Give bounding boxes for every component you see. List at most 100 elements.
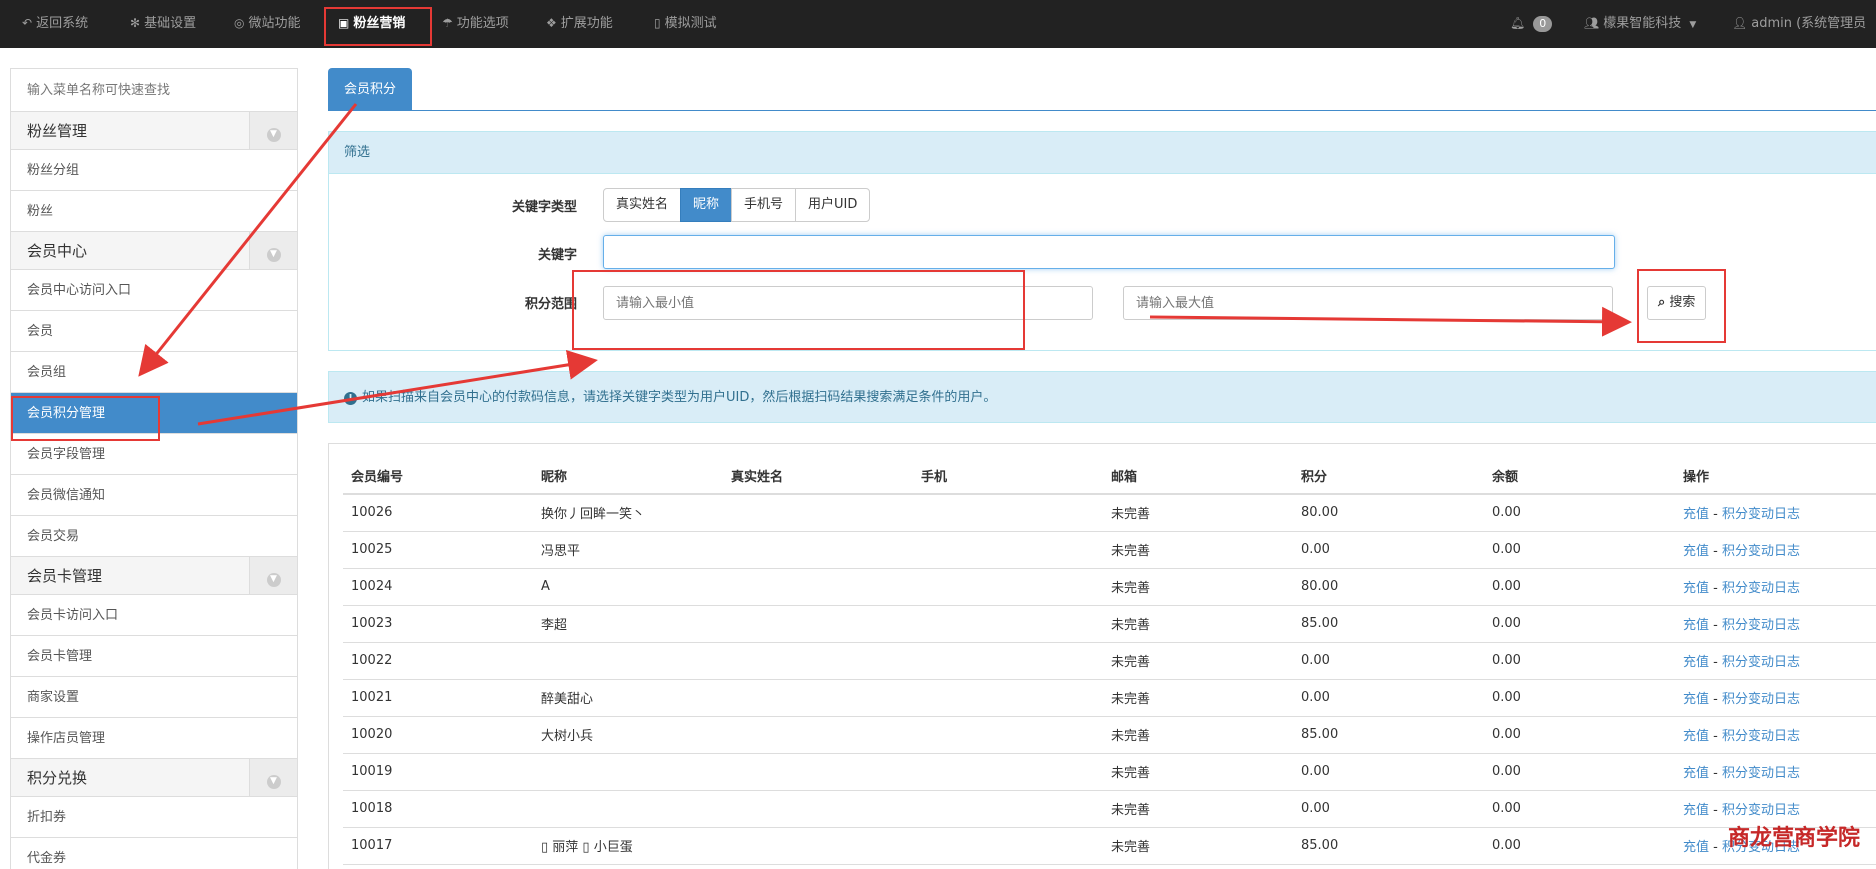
nav-simulation-test[interactable]: ▯ 模拟测试 xyxy=(654,0,717,48)
cell-points: 0.00 xyxy=(1293,679,1484,717)
table-row: 10018 未完善 0.00 0.00 充值 - 积分变动日志 xyxy=(343,790,1876,828)
points-log-link[interactable]: 积分变动日志 xyxy=(1722,507,1800,522)
nav-extensions[interactable]: ❖ 扩展功能 xyxy=(546,0,613,48)
company-dropdown[interactable]: 👥︎ 檬果智能科技 ▼ xyxy=(1584,0,1696,48)
notifications-button[interactable]: 🔔︎ 0 xyxy=(1510,0,1553,48)
cell-realname xyxy=(723,679,913,717)
sidebar-section-member-center[interactable]: 会员中心 ▼ xyxy=(11,232,297,270)
sidebar-item-member-groups[interactable]: 会员组 xyxy=(11,352,297,393)
sidebar-item-clerk-management[interactable]: 操作店员管理 xyxy=(11,718,297,759)
cell-member-id: 10025 xyxy=(343,531,533,569)
cell-phone xyxy=(913,605,1103,643)
action-separator: - xyxy=(1709,618,1722,633)
cell-member-id: 10021 xyxy=(343,679,533,717)
recharge-link[interactable]: 充值 xyxy=(1683,803,1709,818)
recharge-link[interactable]: 充值 xyxy=(1683,692,1709,707)
recharge-link[interactable]: 充值 xyxy=(1683,618,1709,633)
recharge-link[interactable]: 充值 xyxy=(1683,766,1709,781)
keyword-type-uid[interactable]: 用户UID xyxy=(795,188,871,222)
nav-function-options[interactable]: ☂ 功能选项 xyxy=(442,0,509,48)
sidebar-item-card-management[interactable]: 会员卡管理 xyxy=(11,636,297,677)
menu-search-input[interactable]: 输入菜单名称可快速查找 xyxy=(11,69,297,112)
sidebar-section-points-exchange[interactable]: 积分兑换 ▼ xyxy=(11,759,297,797)
sidebar-item-fans-group[interactable]: 粉丝分组 xyxy=(11,150,297,191)
tab-member-points[interactable]: 会员积分 xyxy=(328,68,413,111)
annotation-box-sidebar xyxy=(11,396,160,441)
sidebar-item-fans[interactable]: 粉丝 xyxy=(11,191,297,232)
annotation-box-nav xyxy=(324,7,432,46)
action-separator: - xyxy=(1709,581,1722,596)
points-max-input[interactable] xyxy=(1123,286,1613,320)
cell-email: 未完善 xyxy=(1103,790,1293,828)
section-toggle[interactable]: ▼ xyxy=(249,557,297,594)
cell-points: 85.00 xyxy=(1293,716,1484,754)
action-separator: - xyxy=(1709,766,1722,781)
cell-phone xyxy=(913,790,1103,828)
cell-email: 未完善 xyxy=(1103,531,1293,569)
cell-phone xyxy=(913,716,1103,754)
cell-balance: 0.00 xyxy=(1484,531,1675,569)
sidebar-item-member-wechat-notify[interactable]: 会员微信通知 xyxy=(11,475,297,516)
recharge-link[interactable]: 充值 xyxy=(1683,655,1709,670)
chevron-down-icon: ▼ xyxy=(266,775,281,789)
points-range-label: 积分范围 xyxy=(524,297,577,312)
keyword-type-group: 真实姓名 昵称 手机号 用户UID xyxy=(603,188,871,222)
cell-actions: 充值 - 积分变动日志 xyxy=(1675,494,1876,532)
sidebar-section-member-card[interactable]: 会员卡管理 ▼ xyxy=(11,557,297,595)
cell-member-id: 10019 xyxy=(343,753,533,791)
keyword-type-nickname[interactable]: 昵称 xyxy=(680,188,733,222)
sidebar-section-fans-management[interactable]: 粉丝管理 ▼ xyxy=(11,112,297,150)
cell-nickname: 李超 xyxy=(533,605,723,643)
recharge-link[interactable]: 充值 xyxy=(1683,840,1709,855)
cell-actions: 充值 - 积分变动日志 xyxy=(1675,605,1876,643)
table-header-row: 会员编号 昵称 真实姓名 手机 邮箱 积分 余额 操作 xyxy=(343,458,1876,495)
cell-realname xyxy=(723,605,913,643)
cell-actions: 充值 - 积分变动日志 xyxy=(1675,679,1876,717)
sidebar-item-merchant-settings[interactable]: 商家设置 xyxy=(11,677,297,718)
points-log-link[interactable]: 积分变动日志 xyxy=(1722,544,1800,559)
points-log-link[interactable]: 积分变动日志 xyxy=(1722,692,1800,707)
notification-count-badge: 0 xyxy=(1533,15,1553,32)
cell-points: 0.00 xyxy=(1293,790,1484,828)
section-toggle[interactable]: ▼ xyxy=(249,759,297,796)
table-row: 10019 未完善 0.00 0.00 充值 - 积分变动日志 xyxy=(343,753,1876,791)
column-header: 会员编号 xyxy=(343,458,533,495)
keyword-type-realname[interactable]: 真实姓名 xyxy=(603,188,682,222)
points-log-link[interactable]: 积分变动日志 xyxy=(1722,581,1800,596)
sidebar-item-card-entry[interactable]: 会员卡访问入口 xyxy=(11,595,297,636)
user-icon: 👤︎ xyxy=(1732,16,1748,30)
cell-phone xyxy=(913,494,1103,532)
recharge-link[interactable]: 充值 xyxy=(1683,729,1709,744)
cell-balance: 0.00 xyxy=(1484,827,1675,865)
recharge-link[interactable]: 充值 xyxy=(1683,507,1709,522)
keyword-input[interactable] xyxy=(603,235,1615,269)
sidebar-item-discount-coupon[interactable]: 折扣券 xyxy=(11,797,297,838)
keyword-type-phone[interactable]: 手机号 xyxy=(731,188,797,222)
cell-nickname: A xyxy=(533,568,723,606)
nav-basic-settings[interactable]: ✻ 基础设置 xyxy=(130,0,196,48)
user-menu[interactable]: 👤︎ admin (系统管理员 xyxy=(1732,0,1866,48)
points-log-link[interactable]: 积分变动日志 xyxy=(1722,618,1800,633)
keyword-type-label: 关键字类型 xyxy=(511,200,577,215)
cell-member-id: 10024 xyxy=(343,568,533,606)
cell-points: 85.00 xyxy=(1293,605,1484,643)
points-log-link[interactable]: 积分变动日志 xyxy=(1722,766,1800,781)
sidebar-item-members[interactable]: 会员 xyxy=(11,311,297,352)
points-log-link[interactable]: 积分变动日志 xyxy=(1722,803,1800,818)
nav-back-to-system[interactable]: ↶ 返回系统 xyxy=(22,0,88,48)
recharge-link[interactable]: 充值 xyxy=(1683,581,1709,596)
sidebar-item-member-transactions[interactable]: 会员交易 xyxy=(11,516,297,557)
action-separator: - xyxy=(1709,803,1722,818)
points-log-link[interactable]: 积分变动日志 xyxy=(1722,729,1800,744)
info-icon: ! xyxy=(344,392,357,405)
cell-realname xyxy=(723,642,913,680)
cell-member-id: 10020 xyxy=(343,716,533,754)
section-toggle[interactable]: ▼ xyxy=(249,112,297,149)
sidebar-item-member-center-entry[interactable]: 会员中心访问入口 xyxy=(11,270,297,311)
points-log-link[interactable]: 积分变动日志 xyxy=(1722,655,1800,670)
section-toggle[interactable]: ▼ xyxy=(249,232,297,269)
sidebar-item-cash-coupon[interactable]: 代金券 xyxy=(11,838,297,869)
nav-micro-site[interactable]: ◎ 微站功能 xyxy=(234,0,301,48)
cell-points: 0.00 xyxy=(1293,642,1484,680)
recharge-link[interactable]: 充值 xyxy=(1683,544,1709,559)
